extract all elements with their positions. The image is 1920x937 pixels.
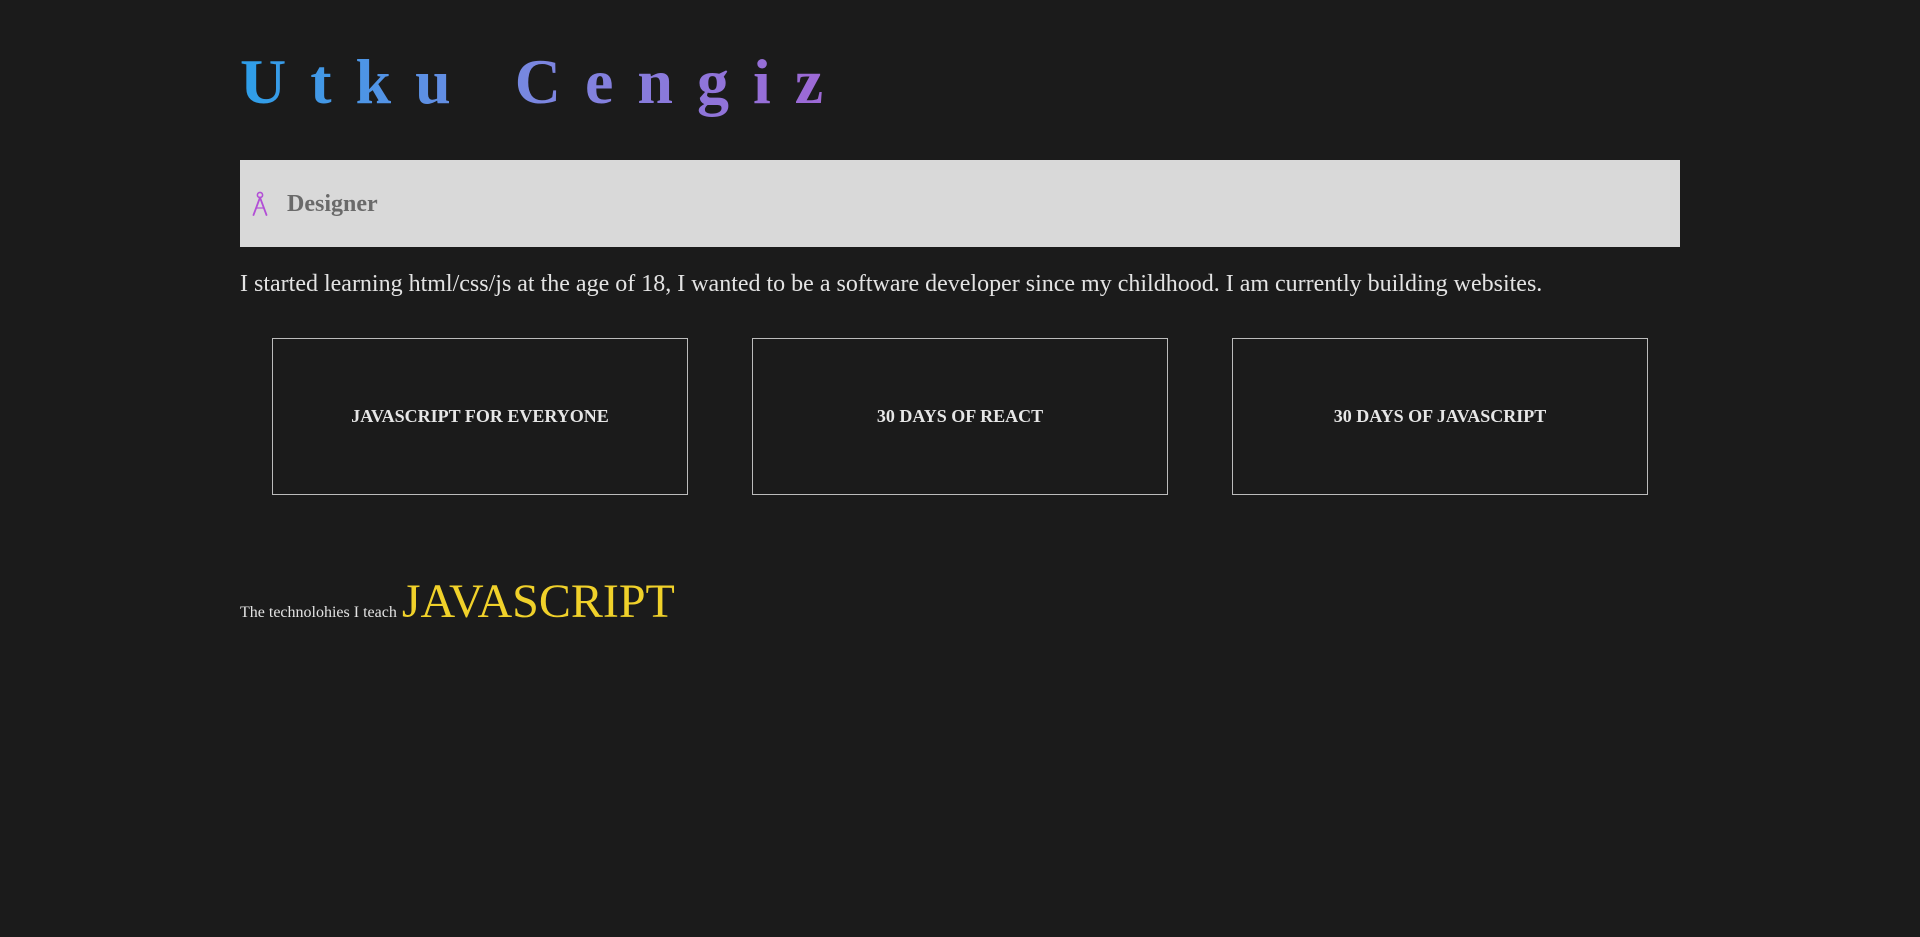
card-label: 30 DAYS OF JAVASCRIPT <box>1333 406 1547 426</box>
technologies-section: The technolohies I teach JAVASCRIPT <box>240 572 675 632</box>
role-label: Designer <box>287 190 378 217</box>
card-label: 30 DAYS OF REACT <box>876 406 1044 426</box>
technologies-label: The technolohies I teach <box>240 604 397 621</box>
card-javascript-for-everyone[interactable]: JAVASCRIPT FOR EVERYONE <box>272 338 688 495</box>
card-30-days-of-javascript[interactable]: 30 DAYS OF JAVASCRIPT <box>1232 338 1648 495</box>
page-title: Utku Cengiz <box>240 0 847 122</box>
main-container: Utku Cengiz Designer I started learning … <box>240 0 1680 628</box>
challenge-cards: JAVASCRIPT FOR EVERYONE 30 DAYS OF REACT… <box>272 338 1648 495</box>
card-label: JAVASCRIPT FOR EVERYONE <box>351 406 609 426</box>
role-banner: Designer <box>240 160 1680 247</box>
page: Utku Cengiz Designer I started learning … <box>0 0 1920 937</box>
current-technology: JAVASCRIPT <box>401 575 675 628</box>
intro-text: I started learning html/css/js at the ag… <box>240 271 1543 297</box>
card-30-days-of-react[interactable]: 30 DAYS OF REACT <box>752 338 1168 495</box>
compass-icon <box>245 189 275 219</box>
